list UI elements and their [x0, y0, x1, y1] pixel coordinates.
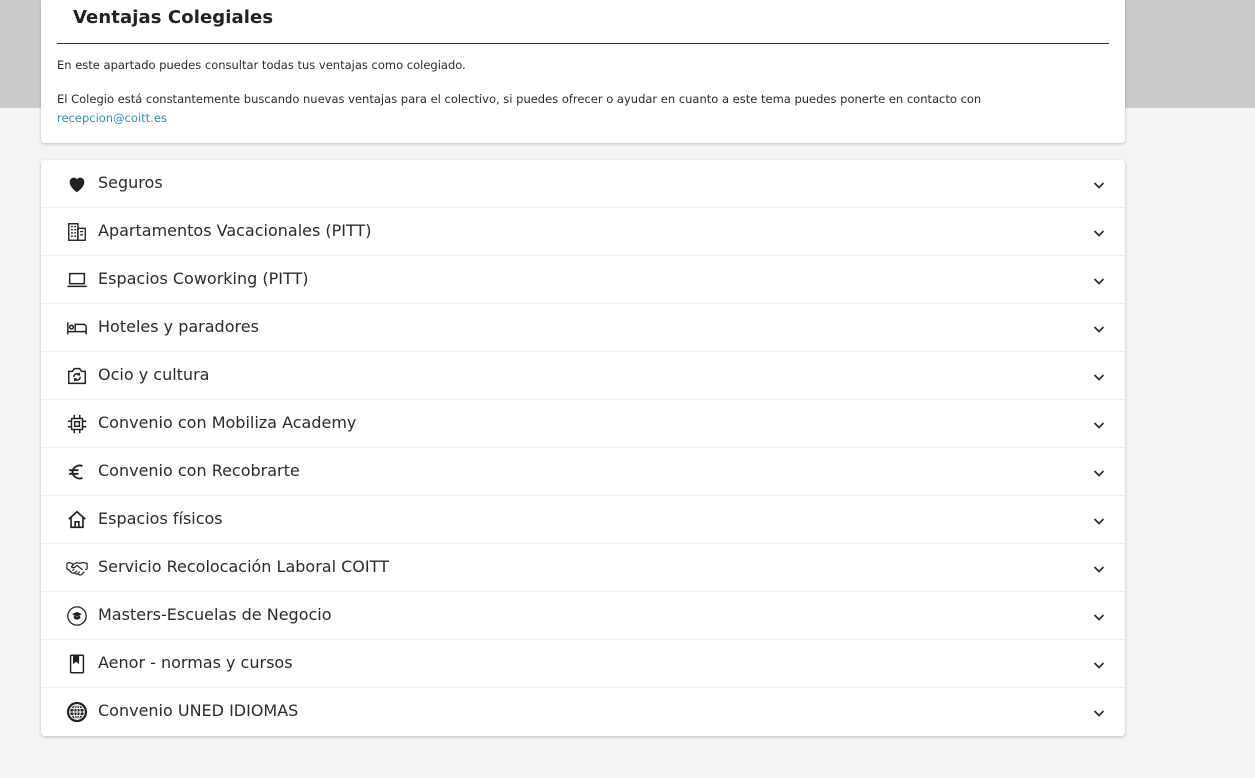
accordion-label: Aenor - normas y cursos	[98, 653, 293, 672]
accordion-label: Convenio con Recobrarte	[98, 461, 300, 480]
bed-icon	[65, 316, 89, 340]
handshake-icon	[65, 556, 89, 580]
accordion-item-masters[interactable]: Masters-Escuelas de Negocio	[41, 592, 1125, 640]
accordion-label: Convenio UNED IDIOMAS	[98, 701, 299, 720]
chevron-down-icon	[1093, 518, 1105, 525]
chevron-down-icon	[1093, 662, 1105, 669]
accordion-label: Masters-Escuelas de Negocio	[98, 605, 332, 624]
chevron-down-icon	[1093, 230, 1105, 237]
chevron-down-icon	[1093, 374, 1105, 381]
accordion-label: Convenio con Mobiliza Academy	[98, 413, 357, 432]
accordion-label: Ocio y cultura	[98, 365, 210, 384]
accordion-label: Seguros	[98, 173, 163, 192]
accordion-item-mobiliza[interactable]: Convenio con Mobiliza Academy	[41, 400, 1125, 448]
euro-icon	[65, 460, 89, 484]
chip-icon	[65, 412, 89, 436]
title-divider	[57, 43, 1109, 44]
laptop-icon	[65, 268, 89, 292]
contact-email-link[interactable]: recepcion@coitt.es	[57, 111, 167, 125]
contact-sentence: El Colegio está constantemente buscando …	[57, 92, 982, 106]
accordion-item-apartamentos[interactable]: Apartamentos Vacacionales (PITT)	[41, 208, 1125, 256]
bookmark-book-icon	[65, 652, 89, 676]
accordion-item-hoteles[interactable]: Hoteles y paradores	[41, 304, 1125, 352]
chevron-down-icon	[1093, 278, 1105, 285]
accordion-label: Espacios Coworking (PITT)	[98, 269, 309, 288]
chevron-down-icon	[1093, 614, 1105, 621]
accordion-item-recolocacion[interactable]: Servicio Recolocación Laboral COITT	[41, 544, 1125, 592]
accordion-label: Espacios físicos	[98, 509, 223, 528]
globe-icon	[65, 700, 89, 724]
chevron-down-icon	[1093, 470, 1105, 477]
accordion-item-coworking[interactable]: Espacios Coworking (PITT)	[41, 256, 1125, 304]
chevron-down-icon	[1093, 326, 1105, 333]
page-title: Ventajas Colegiales	[73, 7, 274, 28]
accordion-item-recobrarte[interactable]: Convenio con Recobrarte	[41, 448, 1125, 496]
accordion-label: Servicio Recolocación Laboral COITT	[98, 557, 389, 576]
accordion-item-seguros[interactable]: Seguros	[41, 160, 1125, 208]
accordion-label: Hoteles y paradores	[98, 317, 259, 336]
home-icon	[65, 508, 89, 532]
graduation-icon	[65, 604, 89, 628]
chevron-down-icon	[1093, 182, 1105, 189]
accordion-label: Apartamentos Vacacionales (PITT)	[98, 221, 372, 240]
accordion-item-ocio[interactable]: Ocio y cultura	[41, 352, 1125, 400]
benefits-accordion: Seguros Apartamentos Vacacionales (PITT)…	[41, 160, 1125, 736]
accordion-item-uned[interactable]: Convenio UNED IDIOMAS	[41, 688, 1125, 736]
contact-text: El Colegio está constantemente buscando …	[57, 90, 1107, 128]
heart-icon	[65, 172, 89, 196]
intro-text: En este apartado puedes consultar todas …	[57, 58, 466, 72]
chevron-down-icon	[1093, 422, 1105, 429]
info-card: Ventajas Colegiales En este apartado pue…	[41, 0, 1125, 143]
chevron-down-icon	[1093, 566, 1105, 573]
chevron-down-icon	[1093, 710, 1105, 717]
camera-rotate-icon	[65, 364, 89, 388]
accordion-item-aenor[interactable]: Aenor - normas y cursos	[41, 640, 1125, 688]
building-icon	[65, 220, 89, 244]
accordion-item-espacios-fisicos[interactable]: Espacios físicos	[41, 496, 1125, 544]
